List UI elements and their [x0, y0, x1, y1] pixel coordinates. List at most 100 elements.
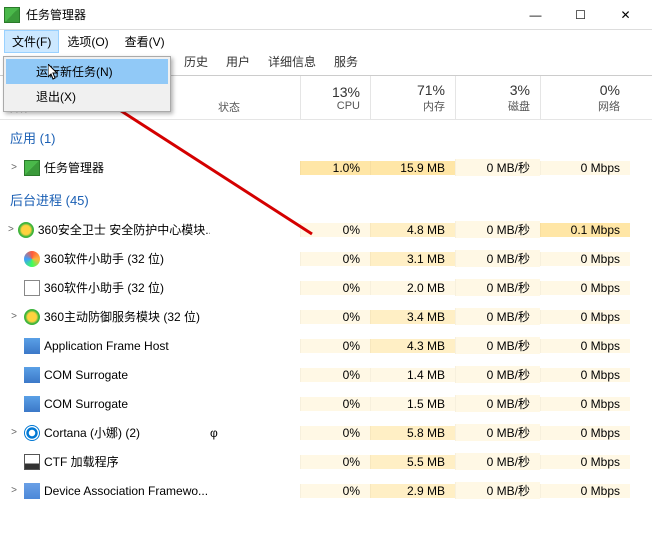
tab-users[interactable]: 用户: [217, 48, 259, 75]
cpu-cell: 0%: [300, 426, 370, 440]
cursor-icon: [48, 64, 62, 83]
cpu-cell: 0%: [300, 368, 370, 382]
cpu-cell: 0%: [300, 455, 370, 469]
process-name-cell: 360软件小助手 (32 位): [0, 250, 210, 267]
process-name-cell: 360软件小助手 (32 位): [0, 279, 210, 296]
table-row[interactable]: >360安全卫士 安全防护中心模块...0%4.8 MB0 MB/秒0.1 Mb…: [0, 215, 652, 244]
network-cell: 0 Mbps: [540, 161, 630, 175]
tab-details[interactable]: 详细信息: [259, 48, 325, 75]
maximize-button[interactable]: ☐: [558, 0, 603, 30]
process-name-cell: COM Surrogate: [0, 367, 210, 383]
table-row[interactable]: >Cortana (小娜) (2)φ0%5.8 MB0 MB/秒0 Mbps: [0, 418, 652, 447]
process-icon: [24, 338, 40, 354]
table-row[interactable]: CTF 加载程序0%5.5 MB0 MB/秒0 Mbps: [0, 447, 652, 476]
memory-cell: 5.8 MB: [370, 426, 455, 440]
suspended-icon: φ: [210, 426, 224, 440]
process-name: Device Association Framewo...: [44, 484, 208, 498]
process-name-cell: > 任务管理器: [0, 159, 210, 176]
minimize-button[interactable]: —: [513, 0, 558, 30]
menu-exit[interactable]: 退出(X): [6, 84, 168, 109]
network-cell: 0 Mbps: [540, 339, 630, 353]
network-cell: 0 Mbps: [540, 484, 630, 498]
disk-cell: 0 MB/秒: [455, 279, 540, 296]
process-name: 360软件小助手 (32 位): [44, 250, 164, 267]
col-cpu[interactable]: 13% CPU: [300, 76, 370, 119]
col-disk[interactable]: 3% 磁盘: [455, 76, 540, 119]
process-icon: [24, 309, 40, 325]
menu-options[interactable]: 选项(O): [59, 30, 116, 53]
close-button[interactable]: ✕: [603, 0, 648, 30]
app-icon: [4, 7, 20, 23]
disk-cell: 0 MB/秒: [455, 366, 540, 383]
network-cell: 0.1 Mbps: [540, 223, 630, 237]
process-name: 360主动防御服务模块 (32 位): [44, 308, 200, 325]
process-name-cell: CTF 加载程序: [0, 453, 210, 470]
network-cell: 0 Mbps: [540, 397, 630, 411]
expand-icon[interactable]: >: [8, 224, 14, 235]
memory-cell: 5.5 MB: [370, 455, 455, 469]
col-status[interactable]: 状态: [210, 76, 300, 119]
cpu-cell: 0%: [300, 397, 370, 411]
memory-cell: 4.3 MB: [370, 339, 455, 353]
menubar: 文件(F) 选项(O) 查看(V): [0, 30, 652, 52]
table-row[interactable]: 360软件小助手 (32 位) 0%2.0 MB0 MB/秒0 Mbps: [0, 273, 652, 302]
tab-services[interactable]: 服务: [325, 48, 367, 75]
memory-cell: 2.0 MB: [370, 281, 455, 295]
menu-run-new-task[interactable]: 运行新任务(N): [6, 59, 168, 84]
process-name-cell: >360主动防御服务模块 (32 位): [0, 308, 210, 325]
disk-cell: 0 MB/秒: [455, 424, 540, 441]
process-name-cell: COM Surrogate: [0, 396, 210, 412]
process-name-cell: >360安全卫士 安全防护中心模块...: [0, 221, 210, 238]
disk-cell: 0 MB/秒: [455, 482, 540, 499]
col-memory[interactable]: 71% 内存: [370, 76, 455, 119]
group-background[interactable]: 后台进程 (45): [0, 182, 652, 215]
disk-cell: 0 MB/秒: [455, 250, 540, 267]
table-row[interactable]: >Device Association Framewo...0%2.9 MB0 …: [0, 476, 652, 505]
process-name: CTF 加载程序: [44, 453, 119, 470]
table-row[interactable]: >任务管理器1.0%15.9 MB0 MB/秒0 Mbps: [0, 153, 652, 182]
memory-cell: 4.8 MB: [370, 223, 455, 237]
memory-cell: 1.5 MB: [370, 397, 455, 411]
disk-cell: 0 MB/秒: [455, 337, 540, 354]
network-cell: 0 Mbps: [540, 310, 630, 324]
memory-cell: 3.1 MB: [370, 252, 455, 266]
process-icon: [24, 396, 40, 412]
table-row[interactable]: COM Surrogate 0%1.5 MB0 MB/秒0 Mbps: [0, 389, 652, 418]
process-name: 360安全卫士 安全防护中心模块...: [38, 221, 210, 238]
expand-icon[interactable]: >: [8, 311, 20, 322]
disk-cell: 0 MB/秒: [455, 159, 540, 176]
process-name-cell: > Device Association Framewo...: [0, 483, 210, 499]
table-row[interactable]: 360软件小助手 (32 位)0%3.1 MB0 MB/秒0 Mbps: [0, 244, 652, 273]
cpu-cell: 0%: [300, 281, 370, 295]
process-name: Application Frame Host: [44, 339, 169, 353]
expand-icon[interactable]: >: [8, 485, 20, 496]
process-name: 任务管理器: [44, 159, 104, 176]
memory-cell: 3.4 MB: [370, 310, 455, 324]
expand-icon[interactable]: >: [8, 162, 20, 173]
process-list[interactable]: 应用 (1) >任务管理器1.0%15.9 MB0 MB/秒0 Mbps 后台进…: [0, 120, 652, 550]
group-apps[interactable]: 应用 (1): [0, 120, 652, 153]
network-cell: 0 Mbps: [540, 368, 630, 382]
memory-cell: 1.4 MB: [370, 368, 455, 382]
table-row[interactable]: Application Frame Host0%4.3 MB0 MB/秒0 Mb…: [0, 331, 652, 360]
process-name: COM Surrogate: [44, 368, 128, 382]
process-icon: [24, 280, 40, 296]
col-network[interactable]: 0% 网络: [540, 76, 630, 119]
disk-cell: 0 MB/秒: [455, 221, 540, 238]
table-row[interactable]: >360主动防御服务模块 (32 位)0%3.4 MB0 MB/秒0 Mbps: [0, 302, 652, 331]
process-icon: [24, 160, 40, 176]
menu-file[interactable]: 文件(F): [4, 30, 59, 53]
process-name-cell: >Cortana (小娜) (2): [0, 424, 210, 441]
tab-history[interactable]: 历史: [175, 48, 217, 75]
disk-cell: 0 MB/秒: [455, 395, 540, 412]
table-row[interactable]: COM Surrogate 0%1.4 MB0 MB/秒0 Mbps: [0, 360, 652, 389]
menu-view[interactable]: 查看(V): [117, 30, 173, 53]
process-name: 360软件小助手 (32 位): [44, 279, 164, 296]
network-cell: 0 Mbps: [540, 252, 630, 266]
process-icon: [18, 222, 34, 238]
memory-cell: 2.9 MB: [370, 484, 455, 498]
network-cell: 0 Mbps: [540, 281, 630, 295]
window-title: 任务管理器: [26, 6, 513, 23]
expand-icon[interactable]: >: [8, 427, 20, 438]
process-name: COM Surrogate: [44, 397, 128, 411]
